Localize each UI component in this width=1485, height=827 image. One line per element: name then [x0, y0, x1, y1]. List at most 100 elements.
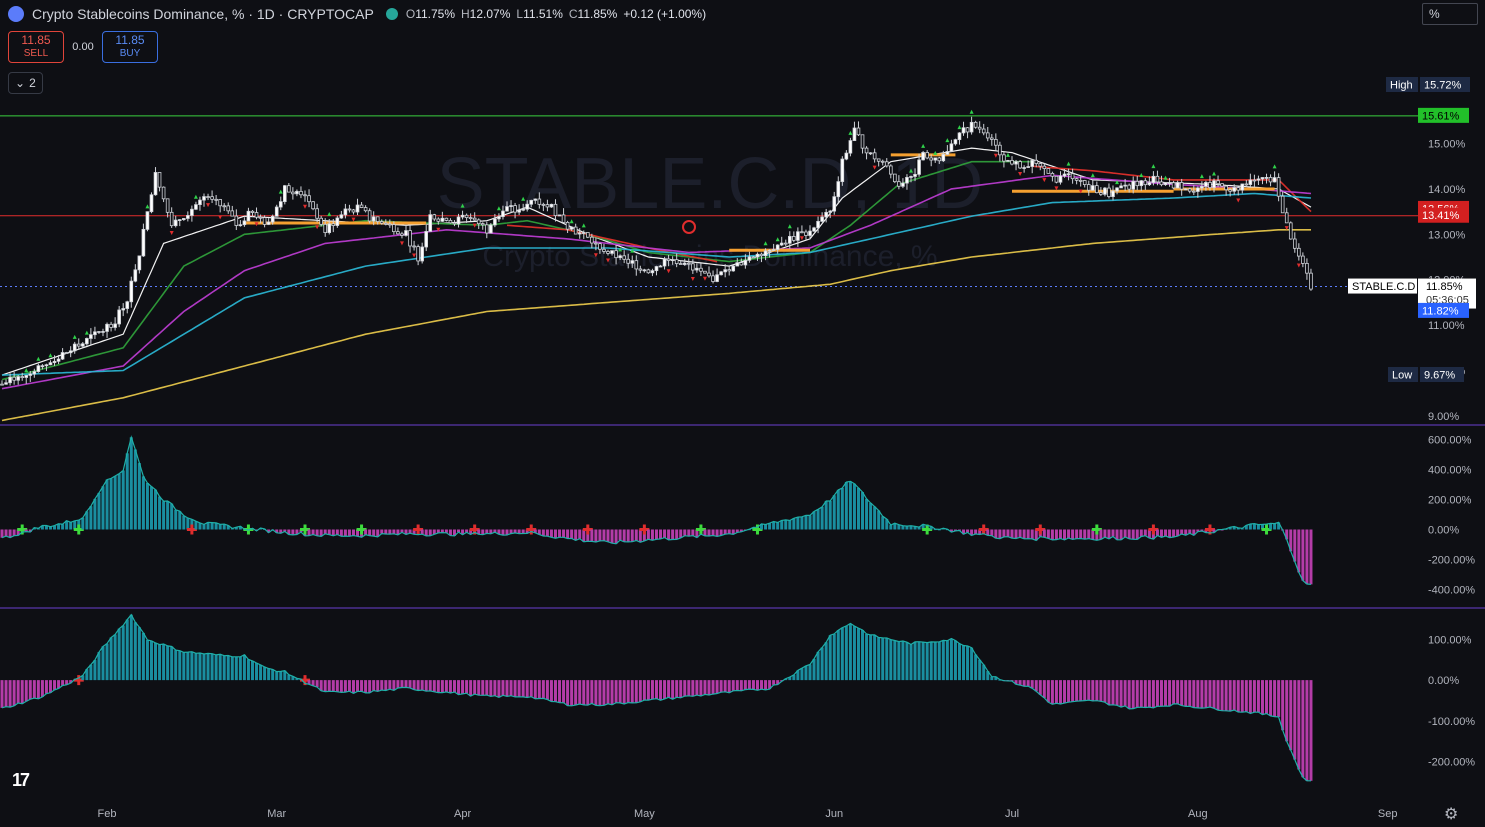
candle-body — [1155, 175, 1160, 183]
indicator-bar — [97, 492, 101, 530]
indicator-bar — [1058, 680, 1062, 704]
candle-body — [792, 236, 796, 241]
candle-body — [1054, 175, 1059, 183]
candle-body — [89, 334, 93, 339]
candle-body — [731, 265, 736, 272]
symbol-title[interactable]: Crypto Stablecoins Dominance, % · 1D · C… — [32, 6, 374, 22]
gear-icon[interactable]: ⚙ — [1444, 804, 1458, 824]
indicator-bar — [323, 680, 327, 692]
candle-body — [1082, 180, 1087, 186]
y-tick-label: -200.00% — [1428, 555, 1475, 567]
indicator-bar — [1305, 680, 1309, 781]
candle-body — [1280, 195, 1285, 214]
indicator-bar — [1075, 680, 1079, 702]
indicator-bar — [1269, 680, 1273, 716]
candle-body — [1119, 185, 1123, 189]
indicator-bar — [343, 680, 347, 693]
candle-body — [287, 185, 291, 193]
candle-body — [282, 185, 287, 203]
indicator-bar — [271, 669, 275, 681]
indicator-bar — [1240, 680, 1244, 713]
indicator-bar — [12, 680, 16, 706]
indicator-bar — [457, 680, 461, 695]
candle-body — [258, 216, 263, 219]
indicator-bar — [743, 680, 747, 690]
candle-body — [8, 376, 12, 384]
indicator-bar — [1277, 680, 1281, 717]
indicator-bar — [646, 529, 650, 540]
indicator-bar — [521, 680, 525, 697]
indicator-bar — [852, 626, 856, 681]
candle-body — [965, 127, 970, 133]
indicator-bar — [1063, 529, 1067, 540]
chart-canvas[interactable]: STABLE.C.D, 1DCrypto Stablecoins Dominan… — [0, 0, 1485, 827]
indicator-bar — [1095, 680, 1099, 701]
candle-body — [1086, 184, 1091, 191]
candle-body — [1078, 179, 1083, 182]
indicator-bar — [800, 516, 804, 530]
indicator-bar — [1123, 680, 1127, 706]
indicator-bar — [485, 680, 489, 696]
indicator-bar — [687, 680, 691, 696]
candle-body — [852, 127, 857, 142]
candle-body — [436, 218, 441, 222]
indicator-bar — [1139, 680, 1143, 708]
candle-body — [375, 216, 380, 222]
signal-down-arrow — [1018, 171, 1023, 176]
indicator-bar — [844, 625, 848, 681]
indicator-bar — [158, 644, 162, 681]
indicator-bar — [755, 680, 759, 691]
indicator-bar — [869, 634, 873, 681]
candle-body — [1192, 190, 1196, 193]
candle-body — [804, 231, 808, 236]
indicator-bar — [182, 515, 186, 530]
indicator-bar — [420, 680, 424, 691]
candle-body — [1018, 161, 1022, 169]
indicator-bar — [840, 627, 844, 681]
indicator-bar — [990, 529, 994, 536]
indicator-bar — [1252, 680, 1256, 713]
candle-body — [315, 208, 319, 219]
indicator-bar — [202, 524, 206, 530]
indicator-bar — [816, 651, 820, 681]
signal-down-arrow — [169, 230, 174, 235]
candle-body — [484, 224, 489, 234]
buy-button[interactable]: 11.85 BUY — [102, 31, 158, 63]
candle-body — [666, 258, 671, 261]
indicator-bar — [1063, 680, 1067, 704]
candle-body — [650, 270, 655, 274]
candle-body — [323, 223, 327, 233]
market-status-icon[interactable] — [385, 8, 398, 20]
indicator-bar — [917, 641, 921, 681]
tradingview-logo-icon[interactable]: 17 — [12, 770, 30, 791]
indicator-bar — [1131, 680, 1135, 709]
x-tick-label: Jun — [825, 808, 843, 820]
indicator-bar — [170, 646, 174, 681]
candle-body — [1228, 189, 1232, 192]
indicator-bar — [1155, 529, 1159, 536]
candle-body — [634, 260, 639, 270]
indicator-bar — [380, 529, 384, 534]
candle-body — [1220, 183, 1224, 187]
signal-down-arrow — [206, 203, 211, 208]
indicator-bar — [865, 498, 869, 530]
indicator-bar — [291, 529, 295, 535]
indicator-bar — [1050, 680, 1054, 705]
candle-body — [1309, 272, 1313, 290]
indicator-bar — [671, 529, 675, 540]
unit-selector[interactable]: % — [1422, 3, 1478, 25]
signal-up-arrow — [72, 334, 77, 339]
candle-body — [654, 266, 659, 272]
indicator-bar — [1087, 680, 1091, 701]
indicator-bar — [505, 680, 509, 697]
signal-up-arrow — [48, 353, 53, 358]
indicator-bar — [1293, 680, 1297, 760]
y-tick-label: 15.00% — [1428, 139, 1466, 151]
sell-button[interactable]: 11.85 SELL — [8, 31, 64, 63]
indicator-bar — [1042, 529, 1046, 538]
indicator-bar — [962, 645, 966, 681]
indicators-collapse-button[interactable]: ⌄ 2 — [8, 72, 43, 94]
candle-body — [198, 199, 202, 206]
indicator-bar — [545, 529, 549, 537]
indicator-bar — [206, 653, 210, 681]
